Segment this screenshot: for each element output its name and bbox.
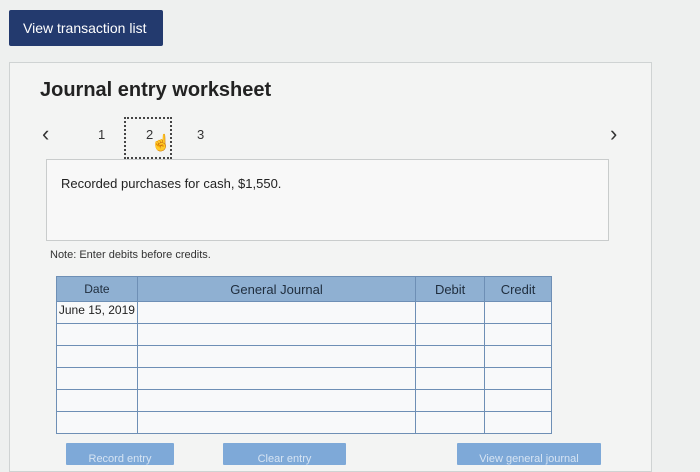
date-cell[interactable] [56,367,138,390]
clear-entry-button[interactable]: Clear entry [223,443,346,465]
account-cell[interactable] [136,323,417,346]
table-row [56,345,552,368]
worksheet-title: Journal entry worksheet [40,79,272,101]
hand-pointer-icon: ☝ [151,135,171,152]
view-transaction-list-label: View transaction list [23,20,147,36]
account-cell[interactable] [136,301,417,324]
transaction-description-box: Recorded purchases for cash, $1,550. [46,159,609,241]
chevron-right-icon[interactable]: › [610,121,617,147]
journal-worksheet-panel: Journal entry worksheet ‹ 1 2 ☝ 3 › Reco… [9,62,652,472]
debit-cell[interactable] [415,389,486,412]
table-row [56,367,552,390]
debit-cell[interactable] [415,301,486,324]
debit-cell[interactable] [415,411,486,434]
record-entry-label: Record entry [88,453,152,465]
journal-table: Date General Journal Debit Credit June 1… [56,276,552,434]
entry-note: Note: Enter debits before credits. [50,249,211,261]
view-general-journal-label: View general journal [479,453,579,465]
account-cell[interactable] [136,389,417,412]
debit-cell[interactable] [415,323,486,346]
record-entry-button[interactable]: Record entry [66,443,174,465]
date-cell[interactable] [56,345,138,368]
page-1-link[interactable]: 1 [98,127,105,142]
table-row [56,389,552,412]
debit-cell[interactable] [415,367,486,390]
table-row: June 15, 2019 [56,301,552,324]
general-journal-header: General Journal [136,276,417,302]
table-row [56,323,552,346]
clear-entry-label: Clear entry [257,453,312,465]
account-cell[interactable] [136,345,417,368]
worksheet-pager: ‹ 1 2 ☝ 3 › [10,117,651,159]
date-cell[interactable] [56,323,138,346]
debit-header: Debit [415,276,486,302]
view-general-journal-button[interactable]: View general journal [457,443,601,465]
credit-cell[interactable] [484,323,552,346]
debit-cell[interactable] [415,345,486,368]
page-3-link[interactable]: 3 [197,127,204,142]
credit-cell[interactable] [484,389,552,412]
credit-header: Credit [484,276,552,302]
date-cell[interactable] [56,411,138,434]
transaction-description: Recorded purchases for cash, $1,550. [61,176,282,191]
account-cell[interactable] [136,367,417,390]
table-row [56,411,552,434]
date-header: Date [56,276,138,302]
credit-cell[interactable] [484,301,552,324]
credit-cell[interactable] [484,367,552,390]
credit-cell[interactable] [484,411,552,434]
account-cell[interactable] [136,411,417,434]
date-cell[interactable] [56,389,138,412]
view-transaction-list-button[interactable]: View transaction list [9,10,163,46]
credit-cell[interactable] [484,345,552,368]
chevron-left-icon[interactable]: ‹ [42,121,49,147]
date-cell[interactable]: June 15, 2019 [56,301,138,324]
